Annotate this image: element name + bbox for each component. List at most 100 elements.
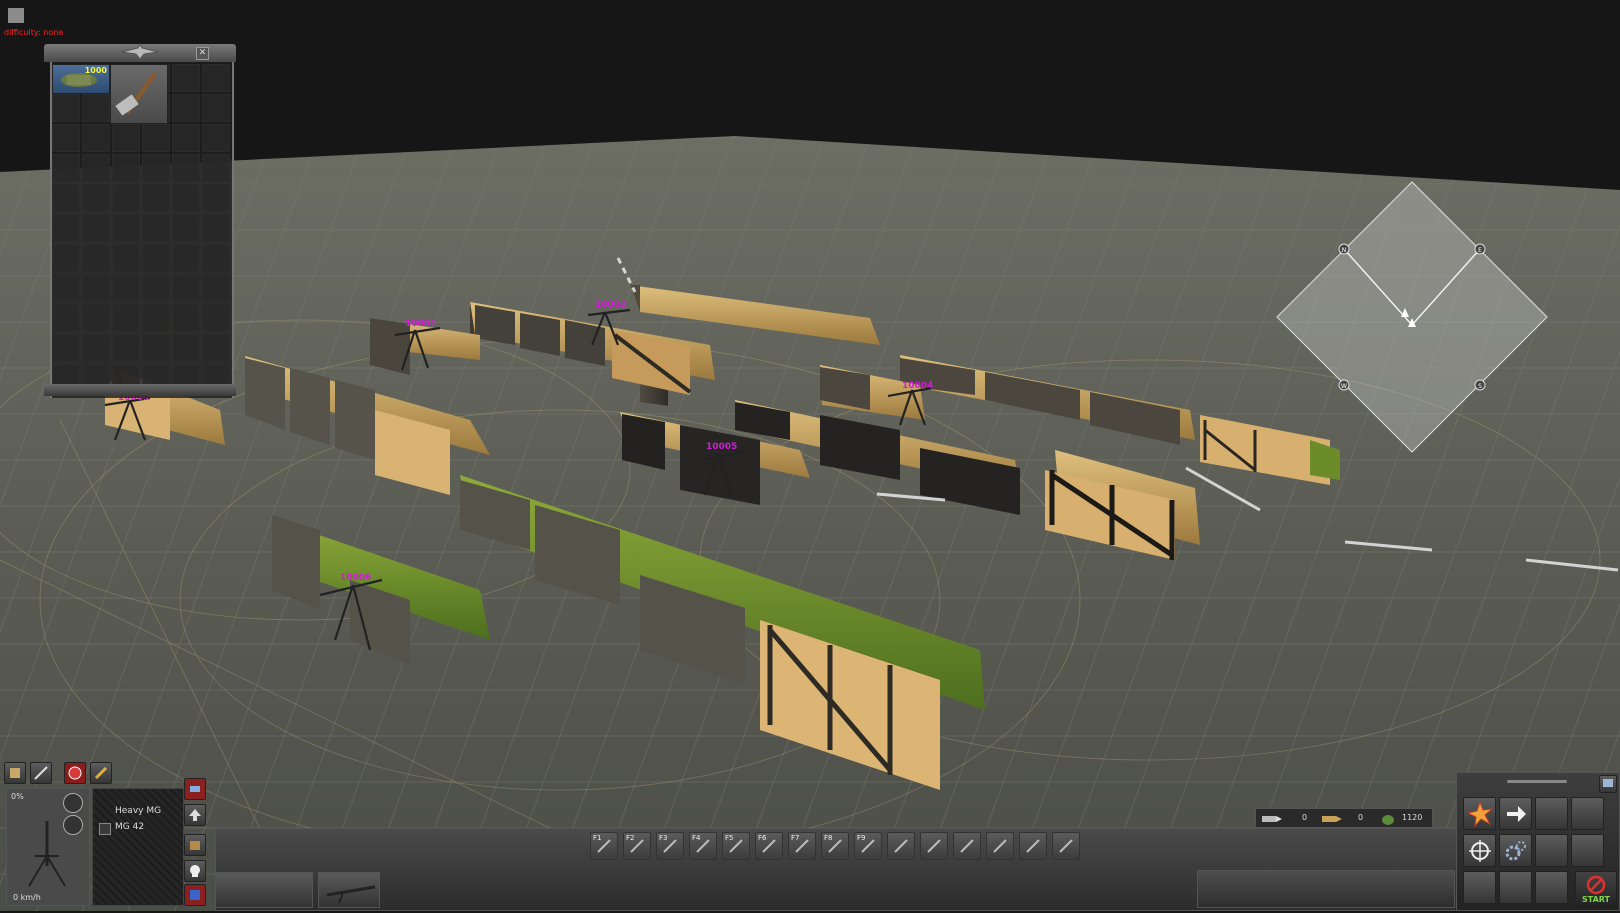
squad-icon[interactable] [184,884,206,906]
empty-action-slot[interactable] [1535,834,1568,867]
hotbar-slot[interactable] [887,832,915,860]
inventory-cell[interactable] [172,304,200,332]
empty-action-slot[interactable] [1571,797,1604,830]
weapon-checkbox[interactable] [99,823,111,835]
hotbar-slot[interactable] [920,832,948,860]
inventory-cell[interactable] [82,274,110,302]
inventory-cell[interactable] [52,124,80,152]
inventory-cell[interactable] [82,154,110,182]
wrench-icon[interactable] [90,762,112,784]
inventory-cell[interactable] [82,304,110,332]
inventory-cell[interactable] [202,334,230,362]
inventory-cell[interactable] [52,274,80,302]
inventory-cell[interactable] [202,214,230,242]
hotbar-slot[interactable]: F4 [689,832,717,860]
inventory-cell[interactable] [52,304,80,332]
primary-weapon-slot[interactable] [318,872,380,908]
hotbar-slot[interactable] [1052,832,1080,860]
inventory-cell[interactable] [142,334,170,362]
empty-action-slot[interactable] [1463,871,1496,904]
inventory-cell[interactable] [82,334,110,362]
inventory-cell[interactable] [172,154,200,182]
inventory-cell[interactable] [202,244,230,272]
inventory-cell[interactable] [52,244,80,272]
notes-icon[interactable] [4,762,26,784]
hotbar-slot[interactable] [986,832,1014,860]
inventory-cell[interactable] [82,244,110,272]
empty-action-slot[interactable] [1535,871,1568,904]
gears-icon[interactable] [1499,834,1532,867]
command-column[interactable] [184,778,208,908]
inventory-cell[interactable] [52,154,80,182]
inventory-cell[interactable] [82,184,110,212]
hotbar[interactable]: F1 F2 F3 F4 F5 F6 F7 F8 F9 [590,832,1090,866]
inventory-cell[interactable] [112,304,140,332]
inventory-cell[interactable] [82,94,110,122]
inventory-cell[interactable] [202,274,230,302]
unit-portrait-panel[interactable]: 0% 0 km/h [6,788,90,906]
inventory-cell[interactable] [82,214,110,242]
inventory-cell[interactable] [202,154,230,182]
hotbar-slot[interactable]: F5 [722,832,750,860]
inventory-cell[interactable] [52,334,80,362]
hotbar-slot[interactable] [1019,832,1047,860]
inventory-cell[interactable] [142,124,170,152]
sledgehammer-icon[interactable] [110,64,168,124]
empty-action-slot[interactable] [1499,871,1532,904]
inventory-cell[interactable] [172,124,200,152]
compass-minimap[interactable]: N E W S [1275,180,1550,455]
inventory-cell[interactable] [112,334,140,362]
secondary-slot[interactable] [215,872,313,908]
unit-toolbar[interactable] [4,762,114,784]
inventory-cell[interactable] [112,274,140,302]
rifle-icon[interactable] [30,762,52,784]
inventory-cell[interactable] [82,124,110,152]
toggle-view-icon[interactable] [1599,775,1617,793]
inventory-cell[interactable] [202,94,230,122]
inventory-cell[interactable] [112,154,140,182]
inventory-cell[interactable] [142,214,170,242]
inventory-cell[interactable] [142,184,170,212]
alert-icon[interactable] [64,762,86,784]
inventory-cell[interactable] [172,334,200,362]
inventory-item-ammo[interactable]: 1000 [52,64,110,94]
inventory-cell[interactable] [172,244,200,272]
empty-action-slot[interactable] [1571,834,1604,867]
battlefield-scene[interactable]: 10003 10001 10002 10004 10005 10006 [0,0,1620,911]
upgrade-arrow-icon[interactable] [184,804,206,826]
inventory-cell[interactable] [202,184,230,212]
attack-explosion-icon[interactable] [1463,797,1496,830]
inventory-cell[interactable] [52,184,80,212]
hotbar-slot[interactable]: F6 [755,832,783,860]
hotbar-slot[interactable] [953,832,981,860]
inventory-cell[interactable] [52,214,80,242]
inventory-cell[interactable] [172,64,200,92]
inventory-cell[interactable] [172,184,200,212]
order-icon[interactable] [184,778,206,800]
inventory-cell[interactable] [172,274,200,302]
inventory-panel[interactable]: ✕ 1000 [44,42,236,404]
hotbar-slot[interactable]: F9 [854,832,882,860]
move-arrow-icon[interactable] [1499,797,1532,830]
hotbar-slot[interactable]: F7 [788,832,816,860]
supply-crate-icon[interactable] [184,834,206,856]
inventory-cell[interactable] [112,244,140,272]
empty-action-slot[interactable] [1535,797,1568,830]
inventory-cell[interactable] [202,64,230,92]
inventory-cell[interactable] [202,124,230,152]
skull-icon[interactable] [184,860,206,882]
inventory-cell[interactable] [172,214,200,242]
hotbar-slot[interactable]: F3 [656,832,684,860]
close-icon[interactable]: ✕ [196,47,209,60]
inventory-cell[interactable] [112,214,140,242]
inventory-cell[interactable] [202,304,230,332]
hotbar-slot[interactable]: F1 [590,832,618,860]
inventory-cell[interactable] [142,304,170,332]
inventory-cell[interactable] [142,154,170,182]
inventory-cell[interactable] [52,94,80,122]
crosshair-icon[interactable] [1463,834,1496,867]
hotbar-slot[interactable]: F8 [821,832,849,860]
inventory-cell[interactable] [112,124,140,152]
inventory-cell[interactable] [142,274,170,302]
hotbar-slot[interactable]: F2 [623,832,651,860]
